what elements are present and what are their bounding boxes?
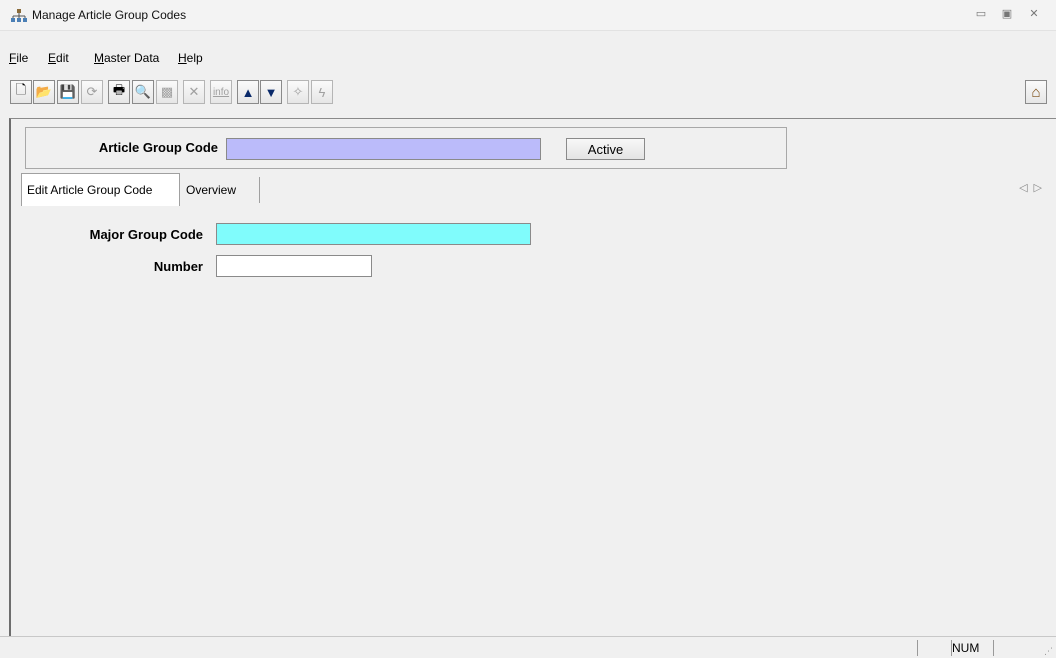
content-frame: Article Group Code Active Edit Article G… [9, 118, 1056, 637]
home-button[interactable]: ⌂ [1025, 80, 1047, 104]
new-document-icon: 🗋 [15, 82, 27, 97]
print-icon: 🖶 [112, 82, 126, 97]
export-icon: ▩ [160, 84, 174, 99]
open-folder-icon: 📂 [35, 84, 53, 99]
lightning-icon: ϟ [318, 84, 326, 100]
wizard-icon: ✧ [292, 84, 304, 99]
wizard-button[interactable]: ✧ [287, 80, 309, 104]
article-group-header: Article Group Code Active [25, 127, 787, 169]
number-input[interactable] [216, 255, 372, 277]
tab-scroll-arrows: ◁▷ [1019, 181, 1048, 194]
status-separator [917, 640, 918, 656]
restore-button[interactable]: ▣ [1000, 7, 1014, 21]
menu-master-data-label: aster Data [104, 51, 160, 65]
move-down-button[interactable]: ▼ [260, 80, 282, 104]
open-button[interactable]: 📂 [33, 80, 55, 104]
number-label: Number [153, 259, 203, 274]
menu-bar: File Edit Master Data Help [0, 51, 1056, 71]
title-bar: Manage Article Group Codes ▭ ▣ ✕ [0, 0, 1056, 31]
menu-help[interactable]: Help [178, 51, 203, 65]
major-group-code-input[interactable] [216, 223, 531, 245]
info-button[interactable]: info [210, 80, 232, 104]
delete-button[interactable]: ✕ [183, 80, 205, 104]
tab-edit-article-group-code[interactable]: Edit Article Group Code [21, 173, 180, 206]
article-group-code-label: Article Group Code [98, 140, 218, 155]
menu-edit[interactable]: Edit [48, 51, 69, 65]
export-button[interactable]: ▩ [156, 80, 178, 104]
tab-separator [259, 177, 260, 203]
home-icon: ⌂ [1031, 83, 1041, 101]
arrow-down-icon: ▼ [264, 84, 278, 100]
window-title: Manage Article Group Codes [32, 8, 187, 22]
active-button[interactable]: Active [566, 138, 645, 160]
move-up-button[interactable]: ▲ [237, 80, 259, 104]
print-preview-icon: 🔍 [134, 84, 152, 99]
menu-help-label: elp [186, 51, 203, 65]
minimize-button[interactable]: ▭ [974, 7, 988, 21]
tab-overview[interactable]: Overview [181, 173, 261, 206]
tab-scroll-right-icon[interactable]: ▷ [1034, 182, 1048, 194]
close-button[interactable]: ✕ [1027, 7, 1041, 21]
refresh-icon: ⟳ [86, 84, 98, 99]
app-hierarchy-icon [11, 9, 27, 22]
menu-edit-label: dit [56, 51, 69, 65]
article-group-code-input[interactable] [226, 138, 541, 160]
menu-master-data[interactable]: Master Data [94, 51, 159, 65]
menu-file[interactable]: File [9, 51, 28, 65]
print-preview-button[interactable]: 🔍 [132, 80, 154, 104]
delete-icon: ✕ [188, 84, 200, 99]
refresh-button[interactable]: ⟳ [81, 80, 103, 104]
save-button[interactable]: 💾 [57, 80, 79, 104]
menu-help-mnemonic: H [178, 51, 187, 65]
tab-scroll-left-icon[interactable]: ◁ [1019, 182, 1033, 194]
status-bar: NUM ⋰ [0, 636, 1056, 658]
num-lock-indicator: NUM [952, 641, 980, 655]
menu-master-data-mnemonic: M [94, 51, 104, 65]
resize-grip-icon[interactable]: ⋰ [1044, 646, 1054, 656]
save-icon: 💾 [59, 84, 77, 99]
status-separator [993, 640, 994, 656]
info-icon: info [212, 86, 230, 98]
new-button[interactable]: 🗋 [10, 80, 32, 104]
major-group-code-label: Major Group Code [89, 227, 203, 242]
menu-file-label: ile [16, 51, 29, 65]
arrow-up-icon: ▲ [241, 84, 255, 100]
execute-button[interactable]: ϟ [311, 80, 333, 104]
toolbar: 🗋 📂 💾 ⟳ 🖶 🔍 ▩ ✕ info ▲ ▼ ✧ ϟ ⌂ [0, 80, 1056, 110]
print-button[interactable]: 🖶 [108, 80, 130, 104]
menu-edit-mnemonic: E [48, 51, 57, 65]
